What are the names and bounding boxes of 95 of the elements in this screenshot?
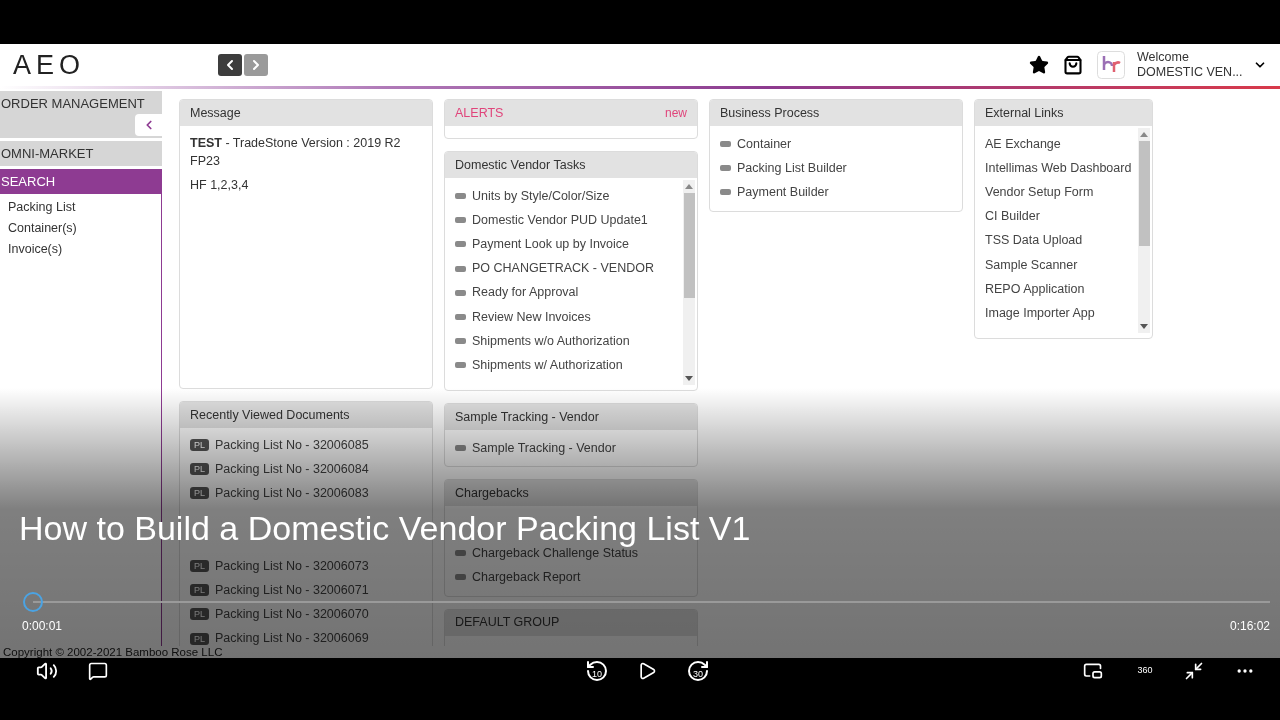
panel-title: ALERTS bbox=[455, 104, 504, 122]
document-link[interactable]: Packing List No - 32006084 bbox=[215, 461, 369, 477]
external-link[interactable]: AE Exchange bbox=[985, 136, 1061, 152]
external-link[interactable]: Sample Scanner bbox=[985, 257, 1078, 273]
sidebar-section[interactable]: OMNI-MARKET bbox=[0, 141, 162, 166]
scroll-up-icon[interactable] bbox=[685, 184, 693, 189]
collapse-button[interactable] bbox=[135, 114, 162, 136]
forward-icon bbox=[686, 659, 710, 683]
task-link[interactable]: Container bbox=[737, 136, 792, 152]
document-link[interactable]: Packing List No - 32006069 bbox=[215, 631, 369, 646]
task-link[interactable]: Payment Builder bbox=[737, 184, 829, 200]
task-link[interactable]: Shipments w/o Authorization bbox=[472, 333, 630, 349]
bullet-icon bbox=[455, 217, 466, 224]
back-button[interactable] bbox=[218, 54, 242, 76]
external-link[interactable]: REPO Application bbox=[985, 281, 1085, 297]
duration-time: 0:16:02 bbox=[1229, 618, 1270, 635]
external-link[interactable]: Intellimas Web Dashboard bbox=[985, 160, 1132, 176]
bullet-icon bbox=[455, 362, 466, 369]
document-link[interactable]: Packing List No - 32006085 bbox=[215, 437, 369, 453]
task-link[interactable]: Payment Look up by Invoice bbox=[472, 236, 630, 252]
external-link[interactable]: Vendor Setup Form bbox=[985, 184, 1094, 200]
task-link[interactable]: PO CHANGETRACK - VENDOR bbox=[472, 261, 654, 277]
task-link[interactable]: Units by Style/Color/Size bbox=[472, 188, 610, 204]
message-text: TEST - TradeStone Version : 2019 R2 FP23 bbox=[190, 135, 402, 170]
progress-thumb[interactable] bbox=[23, 592, 43, 612]
panel-title: DEFAULT GROUP bbox=[455, 614, 560, 632]
task-link[interactable]: Sample Tracking - Vendor bbox=[472, 440, 616, 456]
panel-title: External Links bbox=[985, 104, 1064, 122]
scroll-down-icon[interactable] bbox=[1140, 324, 1148, 329]
bullet-icon bbox=[455, 193, 466, 200]
document-tag: PL bbox=[190, 584, 209, 597]
document-tag: PL bbox=[190, 560, 209, 573]
bullet-icon bbox=[455, 289, 466, 296]
panel-title: Message bbox=[190, 104, 241, 122]
message-text: HF 1,2,3,4 bbox=[190, 177, 250, 194]
sidebar-link[interactable]: Invoice(s) bbox=[8, 239, 161, 260]
task-link[interactable]: Review New Invoices bbox=[472, 309, 591, 325]
panel-title: Recently Viewed Documents bbox=[190, 406, 350, 424]
bullet-icon bbox=[455, 574, 466, 581]
captions-icon[interactable] bbox=[88, 661, 108, 681]
sidebar-section[interactable]: ORDER MANAGEMENT bbox=[0, 91, 162, 138]
scroll-down-icon[interactable] bbox=[685, 376, 693, 381]
document-tag: PL bbox=[190, 487, 209, 500]
vr-button[interactable]: 360 bbox=[1132, 658, 1158, 684]
bag-icon[interactable] bbox=[1063, 55, 1083, 75]
welcome-text: Welcome bbox=[1137, 50, 1190, 65]
elapsed-time: 0:00:01 bbox=[22, 618, 63, 635]
favorites-icon[interactable] bbox=[1029, 55, 1049, 75]
document-tag: PL bbox=[190, 608, 209, 621]
document-link[interactable]: Packing List No - 32006070 bbox=[215, 606, 369, 622]
document-link[interactable]: Packing List No - 32006073 bbox=[215, 558, 369, 574]
scrollbar[interactable] bbox=[683, 180, 695, 385]
minimize-icon[interactable] bbox=[1184, 661, 1204, 681]
sidebar-section[interactable]: SEARCH bbox=[0, 169, 162, 194]
sidebar-link[interactable]: Container(s) bbox=[8, 218, 161, 239]
external-link[interactable]: Image Importer App bbox=[985, 305, 1095, 321]
bullet-icon bbox=[455, 241, 466, 248]
forward-skip-button[interactable]: 30 bbox=[685, 658, 711, 684]
task-link[interactable]: Ready for Approval bbox=[472, 285, 579, 301]
bullet-icon bbox=[455, 550, 466, 557]
document-tag: PL bbox=[190, 463, 209, 476]
panel-title: Business Process bbox=[720, 104, 820, 122]
bullet-icon bbox=[720, 165, 731, 172]
task-link[interactable]: Packing List Builder bbox=[737, 160, 847, 176]
bullet-icon bbox=[455, 338, 466, 345]
bullet-icon bbox=[455, 314, 466, 321]
task-link[interactable]: Domestic Vendor PUD Update1 bbox=[472, 212, 648, 228]
new-label: new bbox=[665, 105, 687, 122]
panel-title: Sample Tracking - Vendor bbox=[455, 408, 599, 426]
panel-title: Domestic Vendor Tasks bbox=[455, 156, 586, 174]
bullet-icon bbox=[455, 445, 466, 452]
scrollbar[interactable] bbox=[1138, 128, 1150, 333]
rewind-icon bbox=[585, 659, 609, 683]
panel-title: Chargebacks bbox=[455, 484, 529, 502]
document-tag: PL bbox=[190, 632, 209, 645]
document-link[interactable]: Packing List No - 32006083 bbox=[215, 485, 369, 501]
bullet-icon bbox=[720, 189, 731, 196]
external-link[interactable]: CI Builder bbox=[985, 209, 1040, 225]
bullet-icon bbox=[720, 141, 731, 148]
logo: AEO bbox=[13, 48, 87, 82]
volume-icon[interactable] bbox=[36, 660, 58, 682]
picture-in-picture-icon[interactable] bbox=[1083, 661, 1103, 681]
company-logo-icon bbox=[1097, 51, 1125, 79]
document-tag: PL bbox=[190, 439, 209, 452]
copyright-text: Copyright © 2002-2021 Bamboo Rose LLC bbox=[2, 646, 223, 658]
bullet-icon bbox=[455, 265, 466, 272]
sidebar-link[interactable]: Packing List bbox=[8, 197, 161, 218]
external-link[interactable]: TSS Data Upload bbox=[985, 233, 1083, 249]
play-icon[interactable] bbox=[637, 661, 657, 681]
rewind-button[interactable]: 10 bbox=[584, 658, 610, 684]
task-link[interactable]: Shipments w/ Authorization bbox=[472, 357, 623, 373]
scroll-up-icon[interactable] bbox=[1140, 132, 1148, 137]
task-link[interactable]: Chargeback Report bbox=[472, 569, 581, 585]
document-link[interactable]: Packing List No - 32006071 bbox=[215, 582, 369, 598]
user-name: DOMESTIC VEN... bbox=[1137, 65, 1244, 80]
